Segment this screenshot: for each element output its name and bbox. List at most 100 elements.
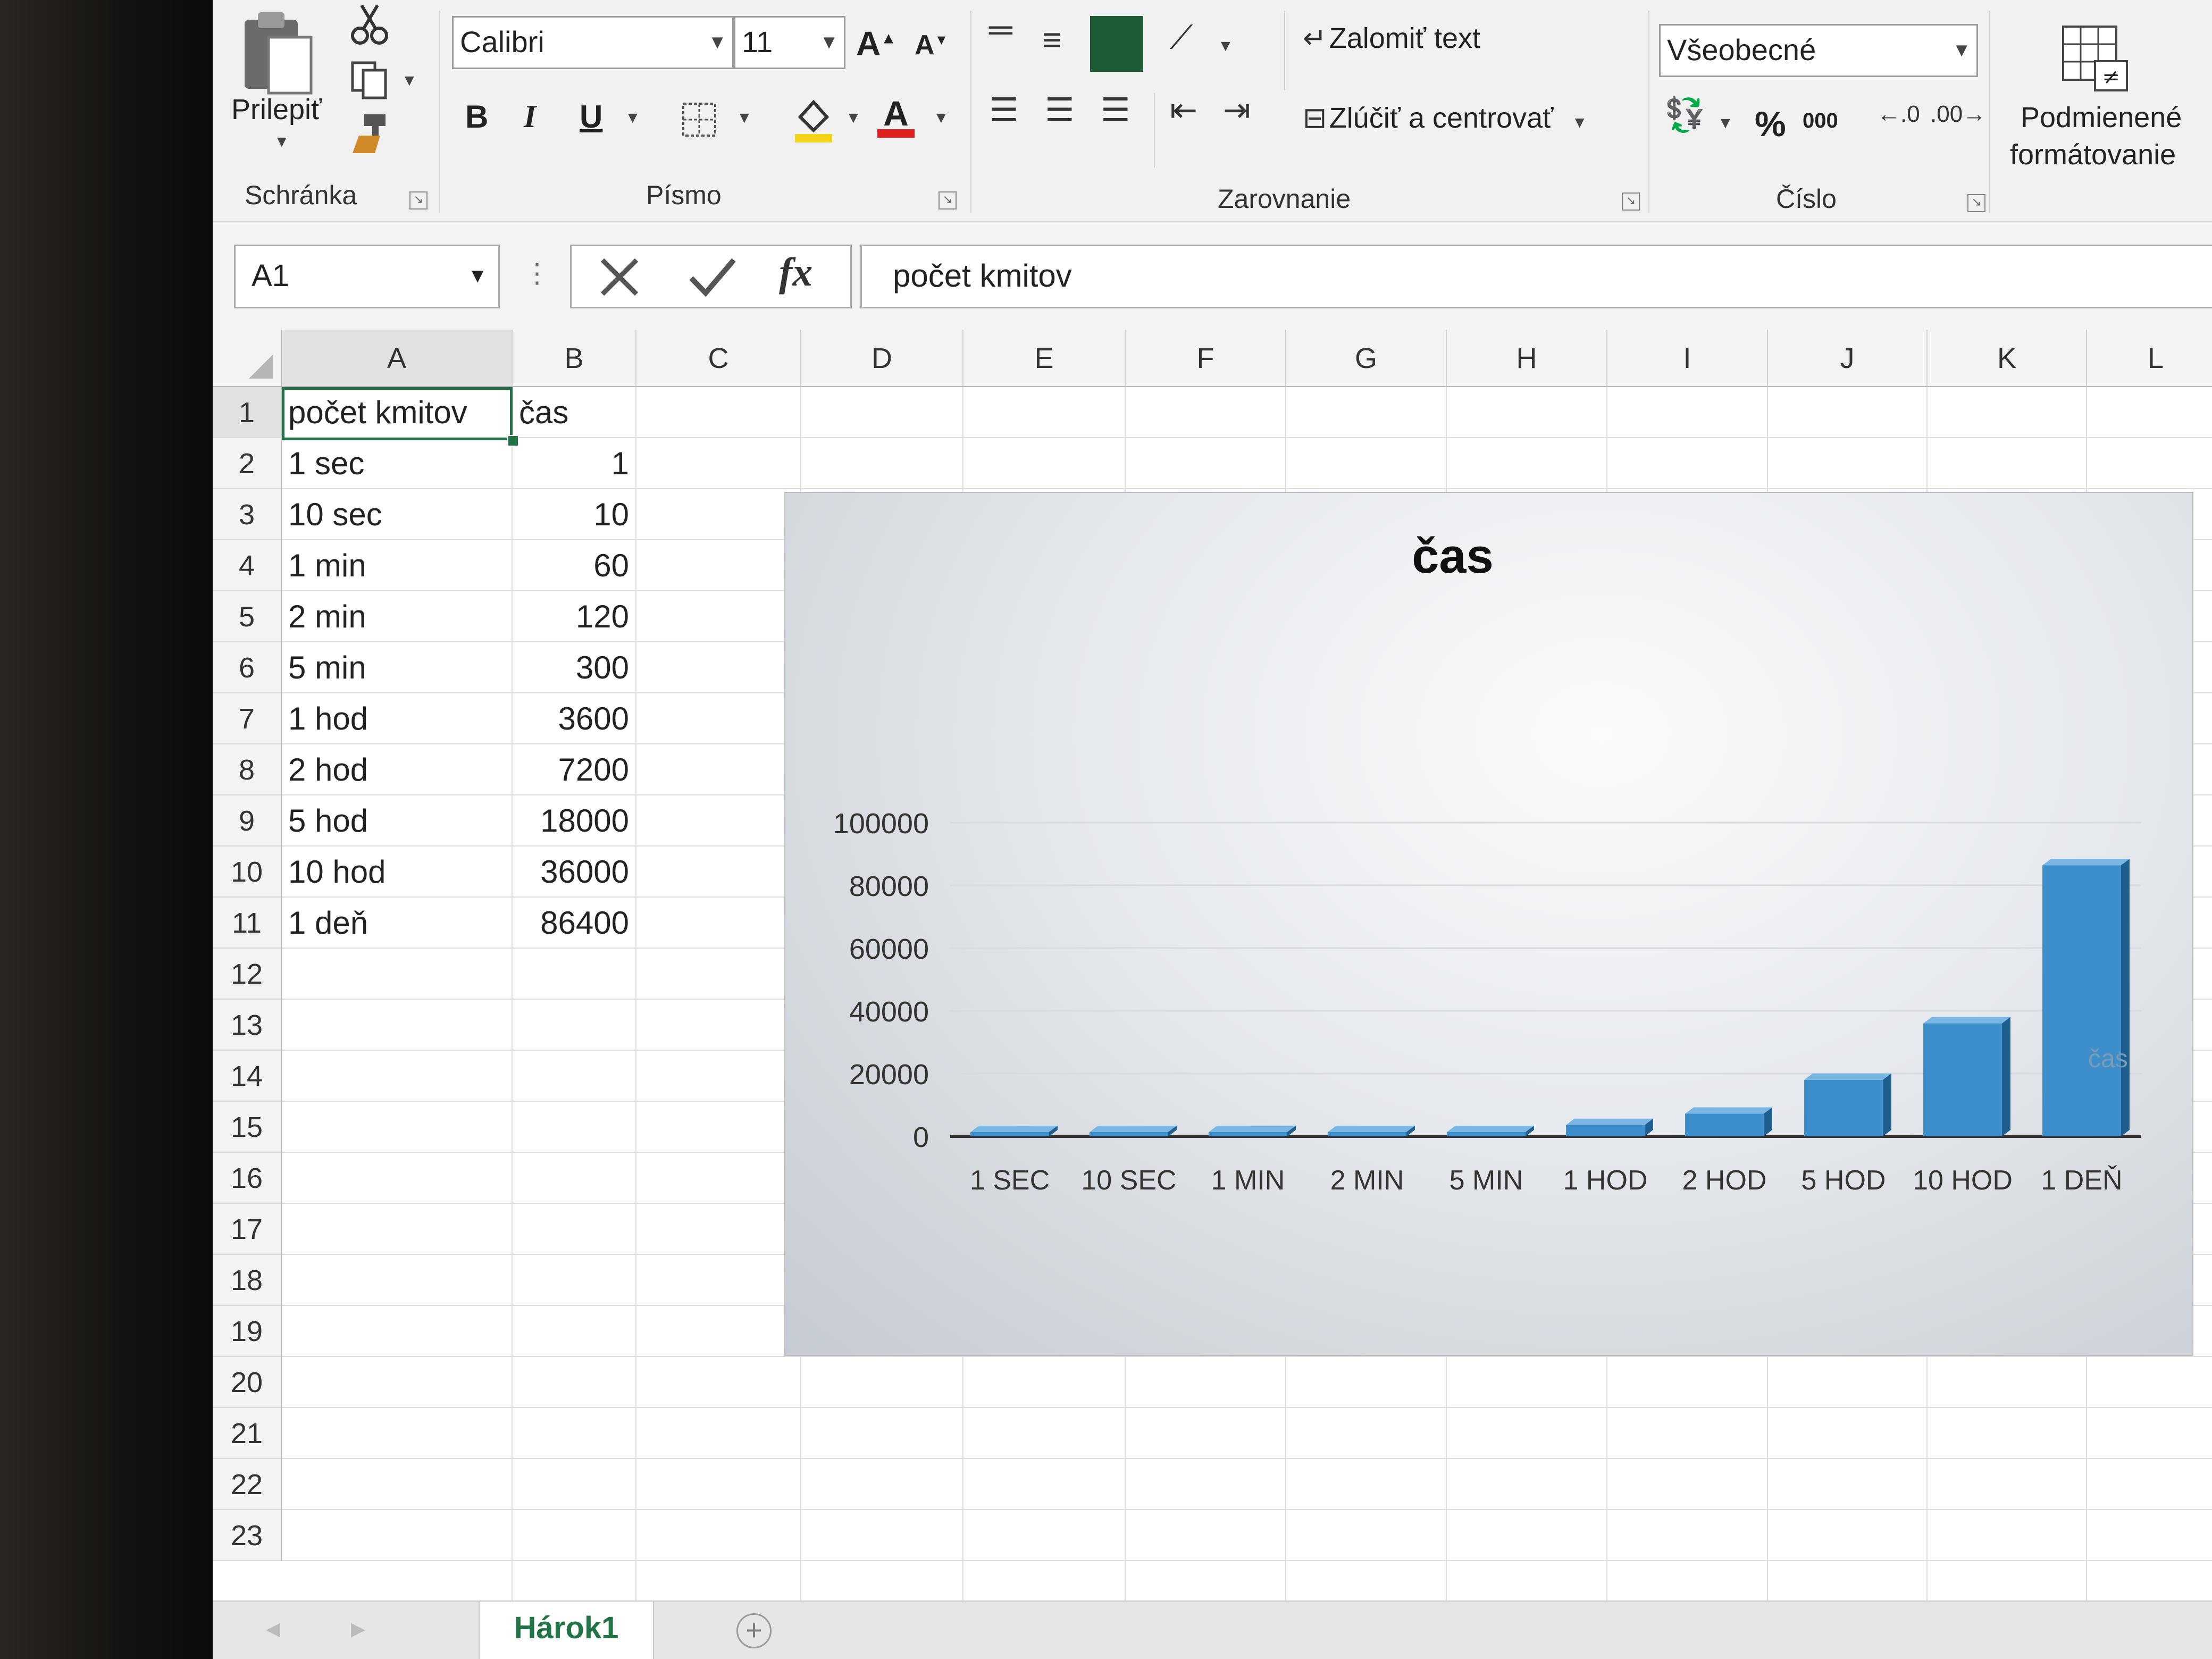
format-painter-icon[interactable] (348, 112, 391, 154)
cell-b1[interactable]: čas (519, 387, 636, 438)
cell-a7[interactable]: 1 hod (288, 693, 513, 744)
italic-button[interactable]: I (524, 98, 536, 135)
cancel-icon[interactable] (593, 250, 646, 304)
column-header-e[interactable]: E (963, 330, 1126, 387)
row-header-23[interactable]: 23 (213, 1510, 282, 1561)
column-header-i[interactable]: I (1607, 330, 1768, 387)
grow-font-button[interactable]: A▲ (856, 24, 896, 63)
cell-b5[interactable]: 120 (513, 591, 636, 642)
row-header-13[interactable]: 13 (213, 1000, 282, 1051)
name-box[interactable]: A1 ▼ (234, 245, 500, 308)
shrink-font-button[interactable]: A▼ (915, 29, 948, 61)
paste-button[interactable]: Prilepiť ▼ (223, 5, 335, 165)
cell-a2[interactable]: 1 sec (288, 438, 513, 489)
row-header-21[interactable]: 21 (213, 1408, 282, 1459)
align-right-icon[interactable]: ☰ (1101, 90, 1130, 129)
column-header-j[interactable]: J (1768, 330, 1928, 387)
cell-a5[interactable]: 2 min (288, 591, 513, 642)
column-header-f[interactable]: F (1126, 330, 1286, 387)
align-middle-icon[interactable]: ≡ (1042, 21, 1061, 59)
fill-color-dropdown-icon[interactable]: ▼ (845, 109, 861, 127)
column-header-h[interactable]: H (1447, 330, 1607, 387)
insert-function-button[interactable]: fx (779, 249, 812, 296)
number-format-combo[interactable]: Všeobecné ▼ (1659, 24, 1978, 77)
row-header-5[interactable]: 5 (213, 591, 282, 642)
increase-decimal-icon[interactable]: ←.0 (1877, 101, 1920, 128)
cell-b2[interactable]: 1 (513, 438, 636, 489)
font-color-dropdown-icon[interactable]: ▼ (933, 109, 949, 127)
bold-button[interactable]: B (465, 98, 488, 135)
row-header-6[interactable]: 6 (213, 642, 282, 693)
wrap-text-button[interactable]: ↵ Zalomiť text (1303, 21, 1480, 55)
font-name-combo[interactable]: Calibri ▼ (452, 16, 734, 69)
row-header-2[interactable]: 2 (213, 438, 282, 489)
cell-a11[interactable]: 1 deň (288, 898, 513, 949)
row-header-15[interactable]: 15 (213, 1102, 282, 1153)
decrease-indent-icon[interactable]: ⇤ (1170, 90, 1197, 129)
fill-color-icon[interactable] (792, 96, 835, 144)
percent-style-button[interactable]: % (1755, 104, 1786, 144)
cell-a4[interactable]: 1 min (288, 540, 513, 591)
increase-indent-icon[interactable]: ⇥ (1223, 90, 1251, 129)
merge-center-button[interactable]: ⊟ Zlúčiť a centrovať ▼ (1303, 101, 1588, 135)
row-header-19[interactable]: 19 (213, 1306, 282, 1357)
font-size-combo[interactable]: 11 ▼ (734, 16, 845, 69)
align-center-icon[interactable]: ☰ (1045, 90, 1075, 129)
row-header-18[interactable]: 18 (213, 1255, 282, 1306)
accounting-format-icon[interactable]: 💱 (1664, 96, 1705, 135)
number-launcher-icon[interactable]: ↘ (1967, 194, 1985, 212)
clipboard-launcher-icon[interactable]: ↘ (409, 191, 428, 210)
borders-icon[interactable] (681, 101, 718, 138)
column-header-c[interactable]: C (636, 330, 801, 387)
cell-a8[interactable]: 2 hod (288, 744, 513, 795)
cell-b4[interactable]: 60 (513, 540, 636, 591)
cell-b3[interactable]: 10 (513, 489, 636, 540)
thousands-separator-button[interactable]: 000 (1803, 109, 1838, 133)
decrease-decimal-icon[interactable]: .00→ (1930, 101, 1986, 128)
cut-icon[interactable] (348, 3, 391, 45)
row-header-22[interactable]: 22 (213, 1459, 282, 1510)
chart-area[interactable]: čas 100000 80000 60000 40000 20000 0 1 SEC 10 SE… (784, 492, 2193, 1356)
accounting-dropdown-icon[interactable]: ▼ (1717, 114, 1733, 132)
font-launcher-icon[interactable]: ↘ (939, 191, 957, 210)
formula-input[interactable]: počet kmitov (860, 245, 2212, 308)
borders-dropdown-icon[interactable]: ▼ (736, 109, 752, 127)
column-header-b[interactable]: B (513, 330, 636, 387)
row-header-3[interactable]: 3 (213, 489, 282, 540)
row-header-4[interactable]: 4 (213, 540, 282, 591)
row-header-8[interactable]: 8 (213, 744, 282, 795)
align-top-icon[interactable]: ═ (989, 11, 1012, 48)
fill-handle[interactable] (507, 435, 519, 447)
row-header-12[interactable]: 12 (213, 949, 282, 1000)
formula-bar-grip-icon[interactable]: ⋮ (524, 258, 550, 289)
row-header-11[interactable]: 11 (213, 898, 282, 949)
row-header-1[interactable]: 1 (213, 387, 282, 438)
row-header-10[interactable]: 10 (213, 847, 282, 898)
orientation-icon[interactable]: ⟋ (1170, 19, 1193, 57)
scroll-right-icon[interactable]: ▸ (351, 1611, 365, 1645)
cell-a9[interactable]: 5 hod (288, 795, 513, 847)
font-color-button[interactable]: A (877, 93, 915, 138)
cell-b6[interactable]: 300 (513, 642, 636, 693)
alignment-launcher-icon[interactable]: ↘ (1622, 192, 1640, 211)
new-sheet-button[interactable]: + (736, 1613, 772, 1648)
scroll-left-icon[interactable]: ◂ (266, 1611, 280, 1645)
align-left-icon[interactable]: ☰ (989, 90, 1019, 129)
underline-button[interactable]: U (580, 98, 602, 135)
row-header-17[interactable]: 17 (213, 1204, 282, 1255)
column-header-k[interactable]: K (1928, 330, 2087, 387)
cell-a6[interactable]: 5 min (288, 642, 513, 693)
row-header-7[interactable]: 7 (213, 693, 282, 744)
copy-icon[interactable] (348, 58, 391, 101)
enter-icon[interactable] (683, 250, 742, 304)
cell-a10[interactable]: 10 hod (288, 847, 513, 898)
column-header-a[interactable]: A (282, 330, 513, 387)
cell-b8[interactable]: 7200 (513, 744, 636, 795)
select-all-button[interactable] (213, 330, 282, 387)
orientation-dropdown-icon[interactable]: ▼ (1218, 37, 1234, 55)
cell-b9[interactable]: 18000 (513, 795, 636, 847)
cell-a3[interactable]: 10 sec (288, 489, 513, 540)
cell-b7[interactable]: 3600 (513, 693, 636, 744)
copy-dropdown-icon[interactable]: ▼ (401, 72, 417, 90)
row-header-20[interactable]: 20 (213, 1357, 282, 1408)
